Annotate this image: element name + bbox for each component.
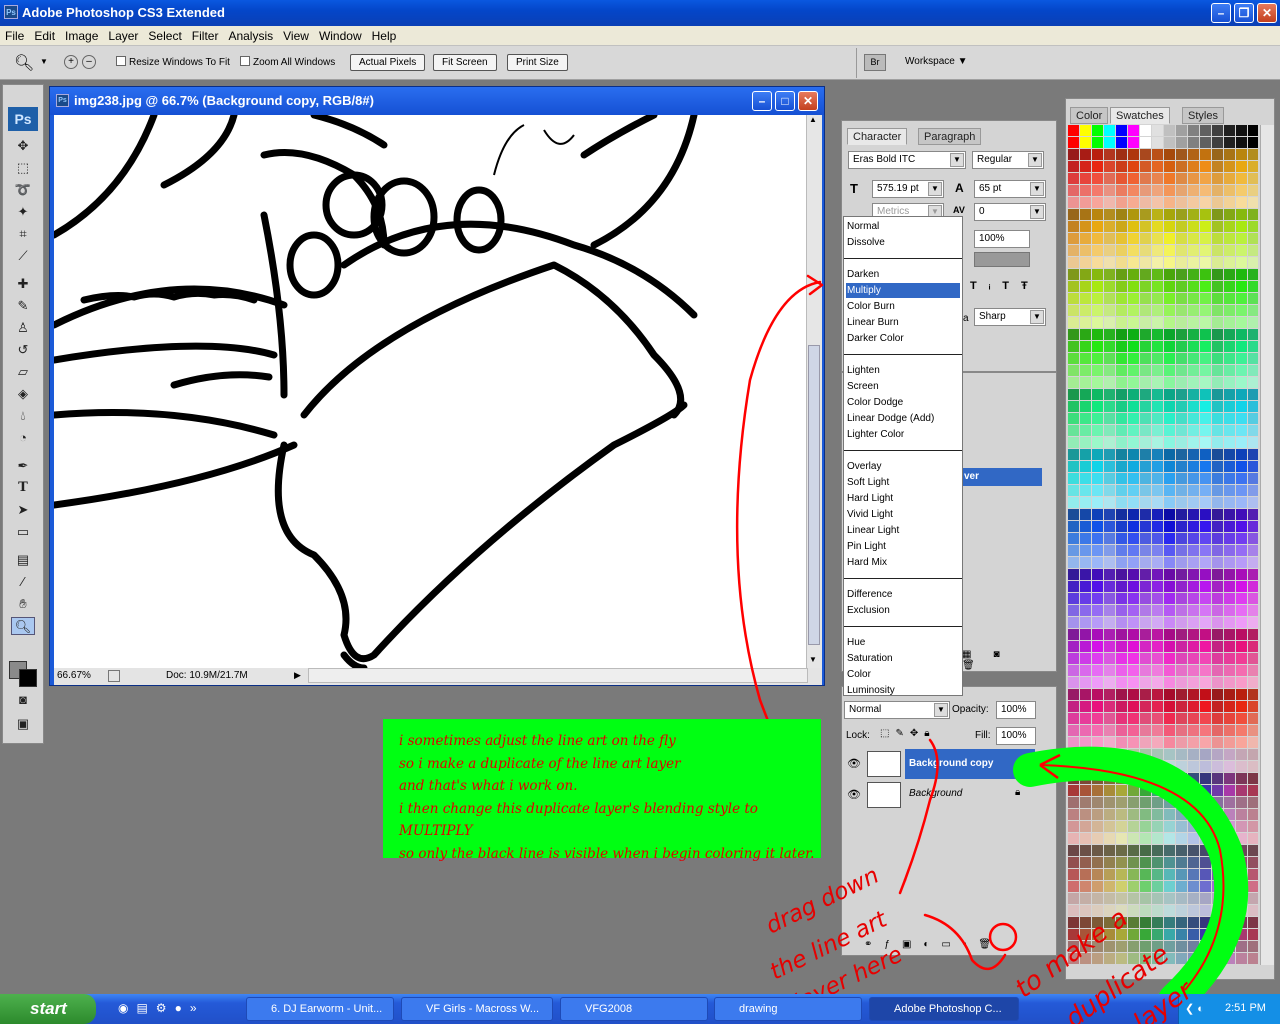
tutorial-note: i sometimes adjust the line art on the f… — [383, 719, 821, 862]
quick-launch-icons[interactable]: ◉▤⚙●» — [118, 1001, 205, 1015]
note-line: i then change this duplicate layer's ble… — [399, 800, 758, 840]
clock[interactable]: 2:51 PM — [1225, 1002, 1266, 1014]
note-line: i sometimes adjust the line art on the f… — [399, 733, 676, 749]
note-line: and that's what i work on. — [399, 778, 578, 794]
task-vf-girls[interactable]: VF Girls - Macross W... — [401, 997, 553, 1021]
start-button[interactable]: start — [0, 994, 96, 1024]
task-drawing[interactable]: drawing — [714, 997, 862, 1021]
note-line: so only the black line is visible when i… — [399, 845, 815, 862]
annotation-arrows — [735, 274, 1249, 1017]
note-line: so i make a duplicate of the line art la… — [399, 755, 681, 772]
task-dj-earworm[interactable]: 6. DJ Earworm - Unit... — [246, 997, 394, 1021]
task-vfg2008[interactable]: VFG2008 — [560, 997, 708, 1021]
task-photoshop[interactable]: Adobe Photoshop C... — [869, 997, 1019, 1021]
